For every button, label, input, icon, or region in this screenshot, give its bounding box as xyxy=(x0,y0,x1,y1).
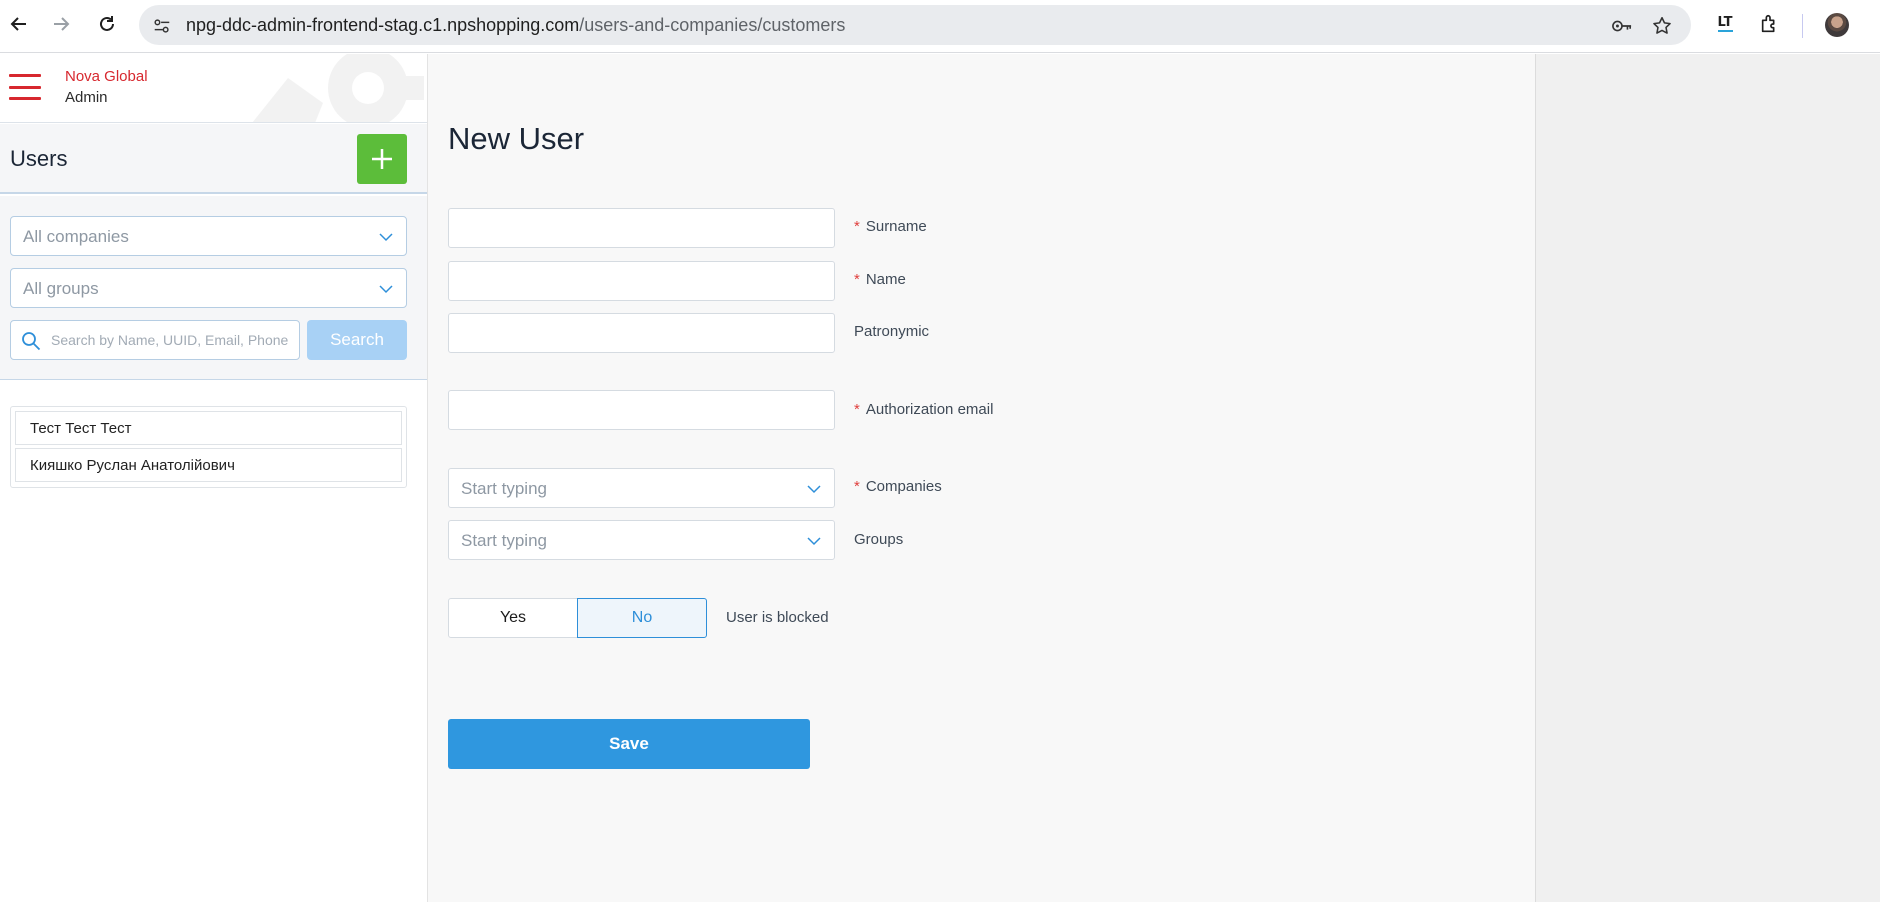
page-title: Users xyxy=(10,146,68,171)
user-list: Тест Тест Тест Кияшко Руслан Анатолійови… xyxy=(10,406,407,488)
sidebar-header: Nova Global Admin xyxy=(0,54,427,123)
groups-filter-placeholder: All groups xyxy=(23,279,99,298)
extensions-puzzle-icon[interactable] xyxy=(1757,11,1783,37)
blocked-label: User is blocked xyxy=(726,609,829,626)
search-icon xyxy=(22,332,41,351)
chevron-down-icon xyxy=(807,485,821,494)
required-mark: * xyxy=(854,218,860,235)
gear-watermark-icon xyxy=(252,54,424,122)
users-header: Users xyxy=(0,124,427,194)
patronymic-label: Patronymic xyxy=(854,323,930,340)
companies-placeholder: Start typing xyxy=(461,479,547,498)
right-panel xyxy=(1535,54,1880,902)
groups-placeholder: Start typing xyxy=(461,531,547,550)
blocked-toggle: Yes No xyxy=(448,598,707,638)
search-button[interactable]: Search xyxy=(307,320,407,360)
blocked-yes-option[interactable]: Yes xyxy=(448,598,578,638)
name-label: * Name xyxy=(854,271,906,288)
required-mark: * xyxy=(854,401,860,418)
companies-label-text: Companies xyxy=(865,478,942,495)
brand-subtitle: Admin xyxy=(65,89,108,106)
back-icon[interactable] xyxy=(5,10,33,38)
url-text[interactable]: npg-ddc-admin-frontend-stag.c1.npshoppin… xyxy=(186,15,845,36)
email-label: * Authorization email xyxy=(854,401,993,418)
profile-avatar[interactable] xyxy=(1825,13,1849,37)
groups-filter-select[interactable]: All groups xyxy=(10,268,407,308)
languagetool-extension-icon[interactable]: LT xyxy=(1712,11,1738,37)
companies-select[interactable]: Start typing xyxy=(448,468,835,508)
name-input[interactable] xyxy=(449,262,834,300)
surname-label-text: Surname xyxy=(865,218,927,235)
password-key-icon[interactable] xyxy=(1610,15,1634,37)
main-content: New User * Surname * Name Patronymic * Auth… xyxy=(428,54,1535,902)
toolbar-divider xyxy=(1802,14,1803,38)
companies-label: * Companies xyxy=(854,478,942,495)
list-item[interactable]: Кияшко Руслан Анатолійович xyxy=(15,448,402,482)
forward-icon[interactable] xyxy=(47,10,75,38)
surname-label: * Surname xyxy=(854,218,927,235)
name-label-text: Name xyxy=(865,271,906,288)
patronymic-field[interactable] xyxy=(448,313,835,353)
save-button[interactable]: Save xyxy=(448,719,810,769)
site-info-icon[interactable] xyxy=(151,15,173,37)
required-mark: * xyxy=(854,271,860,288)
add-user-button[interactable] xyxy=(357,134,407,184)
search-input[interactable] xyxy=(51,329,293,351)
reload-icon[interactable] xyxy=(93,10,121,38)
name-field[interactable] xyxy=(448,261,835,301)
companies-filter-select[interactable]: All companies xyxy=(10,216,407,256)
patronymic-input[interactable] xyxy=(449,314,834,352)
hamburger-menu-icon[interactable] xyxy=(9,74,41,100)
email-field[interactable] xyxy=(448,390,835,430)
email-input[interactable] xyxy=(449,391,834,429)
sidebar: Nova Global Admin Users All companies Al… xyxy=(0,54,428,902)
groups-label: Groups xyxy=(854,531,904,548)
url-path: /users-and-companies/customers xyxy=(579,15,846,35)
email-label-text: Authorization email xyxy=(865,401,994,418)
brand-name: Nova Global xyxy=(65,68,148,85)
address-bar[interactable]: npg-ddc-admin-frontend-stag.c1.npshoppin… xyxy=(139,5,1691,45)
required-mark: * xyxy=(854,478,860,495)
filters-panel: All companies All groups Search xyxy=(0,196,427,380)
chevron-down-icon xyxy=(807,537,821,546)
companies-filter-placeholder: All companies xyxy=(23,227,129,246)
browser-toolbar: npg-ddc-admin-frontend-stag.c1.npshoppin… xyxy=(0,0,1880,53)
list-item[interactable]: Тест Тест Тест xyxy=(15,411,402,445)
blocked-no-option[interactable]: No xyxy=(577,598,707,638)
plus-icon xyxy=(372,149,392,169)
chevron-down-icon xyxy=(379,233,393,242)
url-domain: npg-ddc-admin-frontend-stag.c1.npshoppin… xyxy=(186,15,580,35)
chevron-down-icon xyxy=(379,285,393,294)
surname-field[interactable] xyxy=(448,208,835,248)
search-box xyxy=(10,320,300,360)
bookmark-star-icon[interactable] xyxy=(1650,15,1674,37)
form-title: New User xyxy=(448,121,585,156)
surname-input[interactable] xyxy=(449,209,834,247)
groups-select[interactable]: Start typing xyxy=(448,520,835,560)
languagetool-label: LT xyxy=(1717,15,1733,32)
